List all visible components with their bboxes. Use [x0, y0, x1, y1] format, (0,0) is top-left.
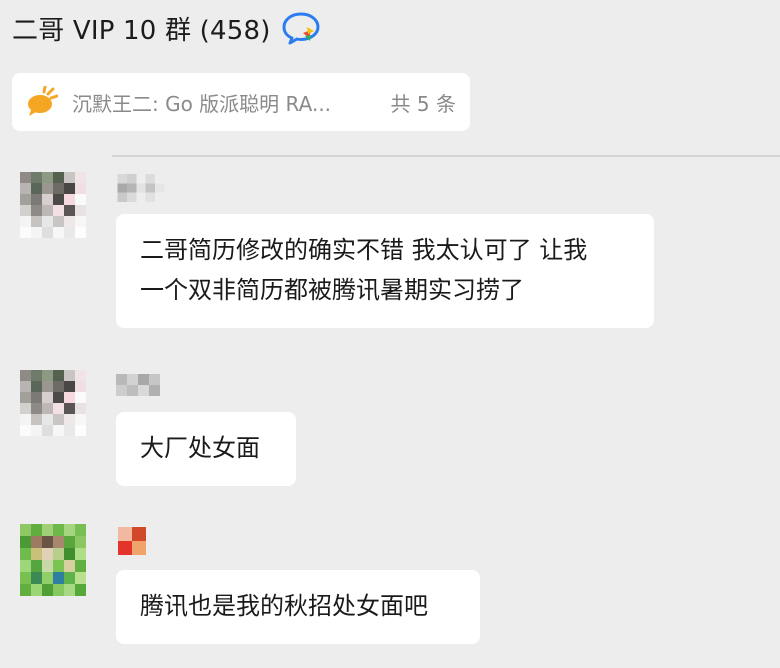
- pinned-message-bar[interactable]: 沉默王二: Go 版派聪明 RA... 共 5 条: [12, 73, 470, 131]
- message-bubble[interactable]: 二哥简历修改的确实不错 我太认可了 让我 一个双非简历都被腾讯暑期实习捞了: [116, 214, 654, 328]
- sender-name: [116, 174, 166, 202]
- message-text-line: 一个双非简历都被腾讯暑期实习捞了: [140, 276, 524, 304]
- message-bubble[interactable]: 大厂处女面: [116, 412, 296, 486]
- message-text-line: 大厂处女面: [140, 434, 260, 462]
- chat-title: 二哥 VIP 10 群 (458): [12, 15, 271, 46]
- pinned-message-text: 沉默王二: Go 版派聪明 RA...: [72, 91, 332, 116]
- chat-header: 二哥 VIP 10 群 (458): [12, 8, 321, 48]
- message-bubble[interactable]: 腾讯也是我的秋招处女面吧: [116, 570, 480, 644]
- sender-name: [118, 526, 146, 555]
- megaphone-icon: [26, 85, 59, 118]
- message-text-line: 腾讯也是我的秋招处女面吧: [140, 592, 428, 620]
- avatar[interactable]: [20, 172, 86, 238]
- group-chat-icon[interactable]: [281, 10, 321, 46]
- sender-name: [116, 372, 160, 398]
- avatar[interactable]: [20, 524, 86, 596]
- divider: [112, 155, 780, 157]
- avatar[interactable]: [20, 370, 86, 436]
- pinned-message-count: 共 5 条: [390, 91, 456, 116]
- message-text-line: 二哥简历修改的确实不错 我太认可了 让我: [140, 236, 588, 264]
